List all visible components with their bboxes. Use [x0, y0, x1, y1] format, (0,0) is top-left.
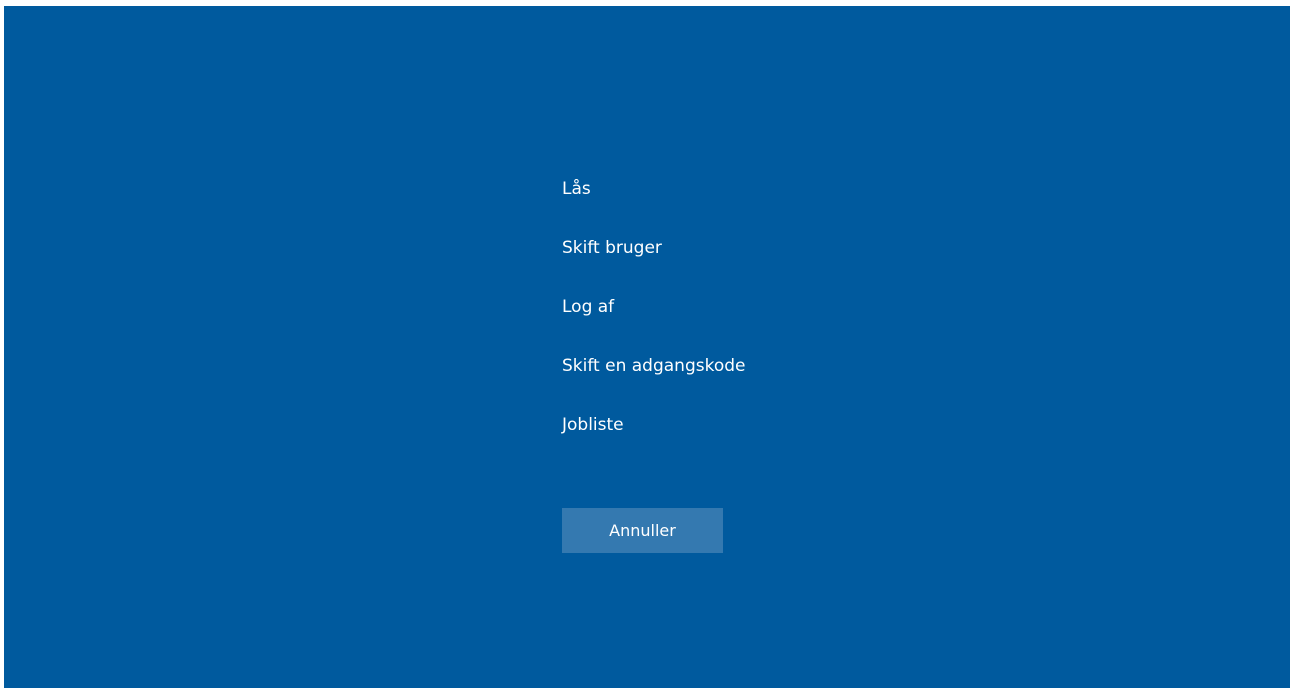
menu-item-change-password[interactable]: Skift en adgangskode: [562, 349, 745, 408]
cancel-button[interactable]: Annuller: [562, 508, 723, 553]
menu-item-switch-user[interactable]: Skift bruger: [562, 231, 745, 290]
security-options-menu: Lås Skift bruger Log af Skift en adgangs…: [562, 172, 745, 467]
menu-item-sign-out[interactable]: Log af: [562, 290, 745, 349]
menu-item-task-manager[interactable]: Jobliste: [562, 408, 745, 467]
menu-item-lock[interactable]: Lås: [562, 172, 745, 231]
security-options-screen: Lås Skift bruger Log af Skift en adgangs…: [4, 6, 1290, 688]
